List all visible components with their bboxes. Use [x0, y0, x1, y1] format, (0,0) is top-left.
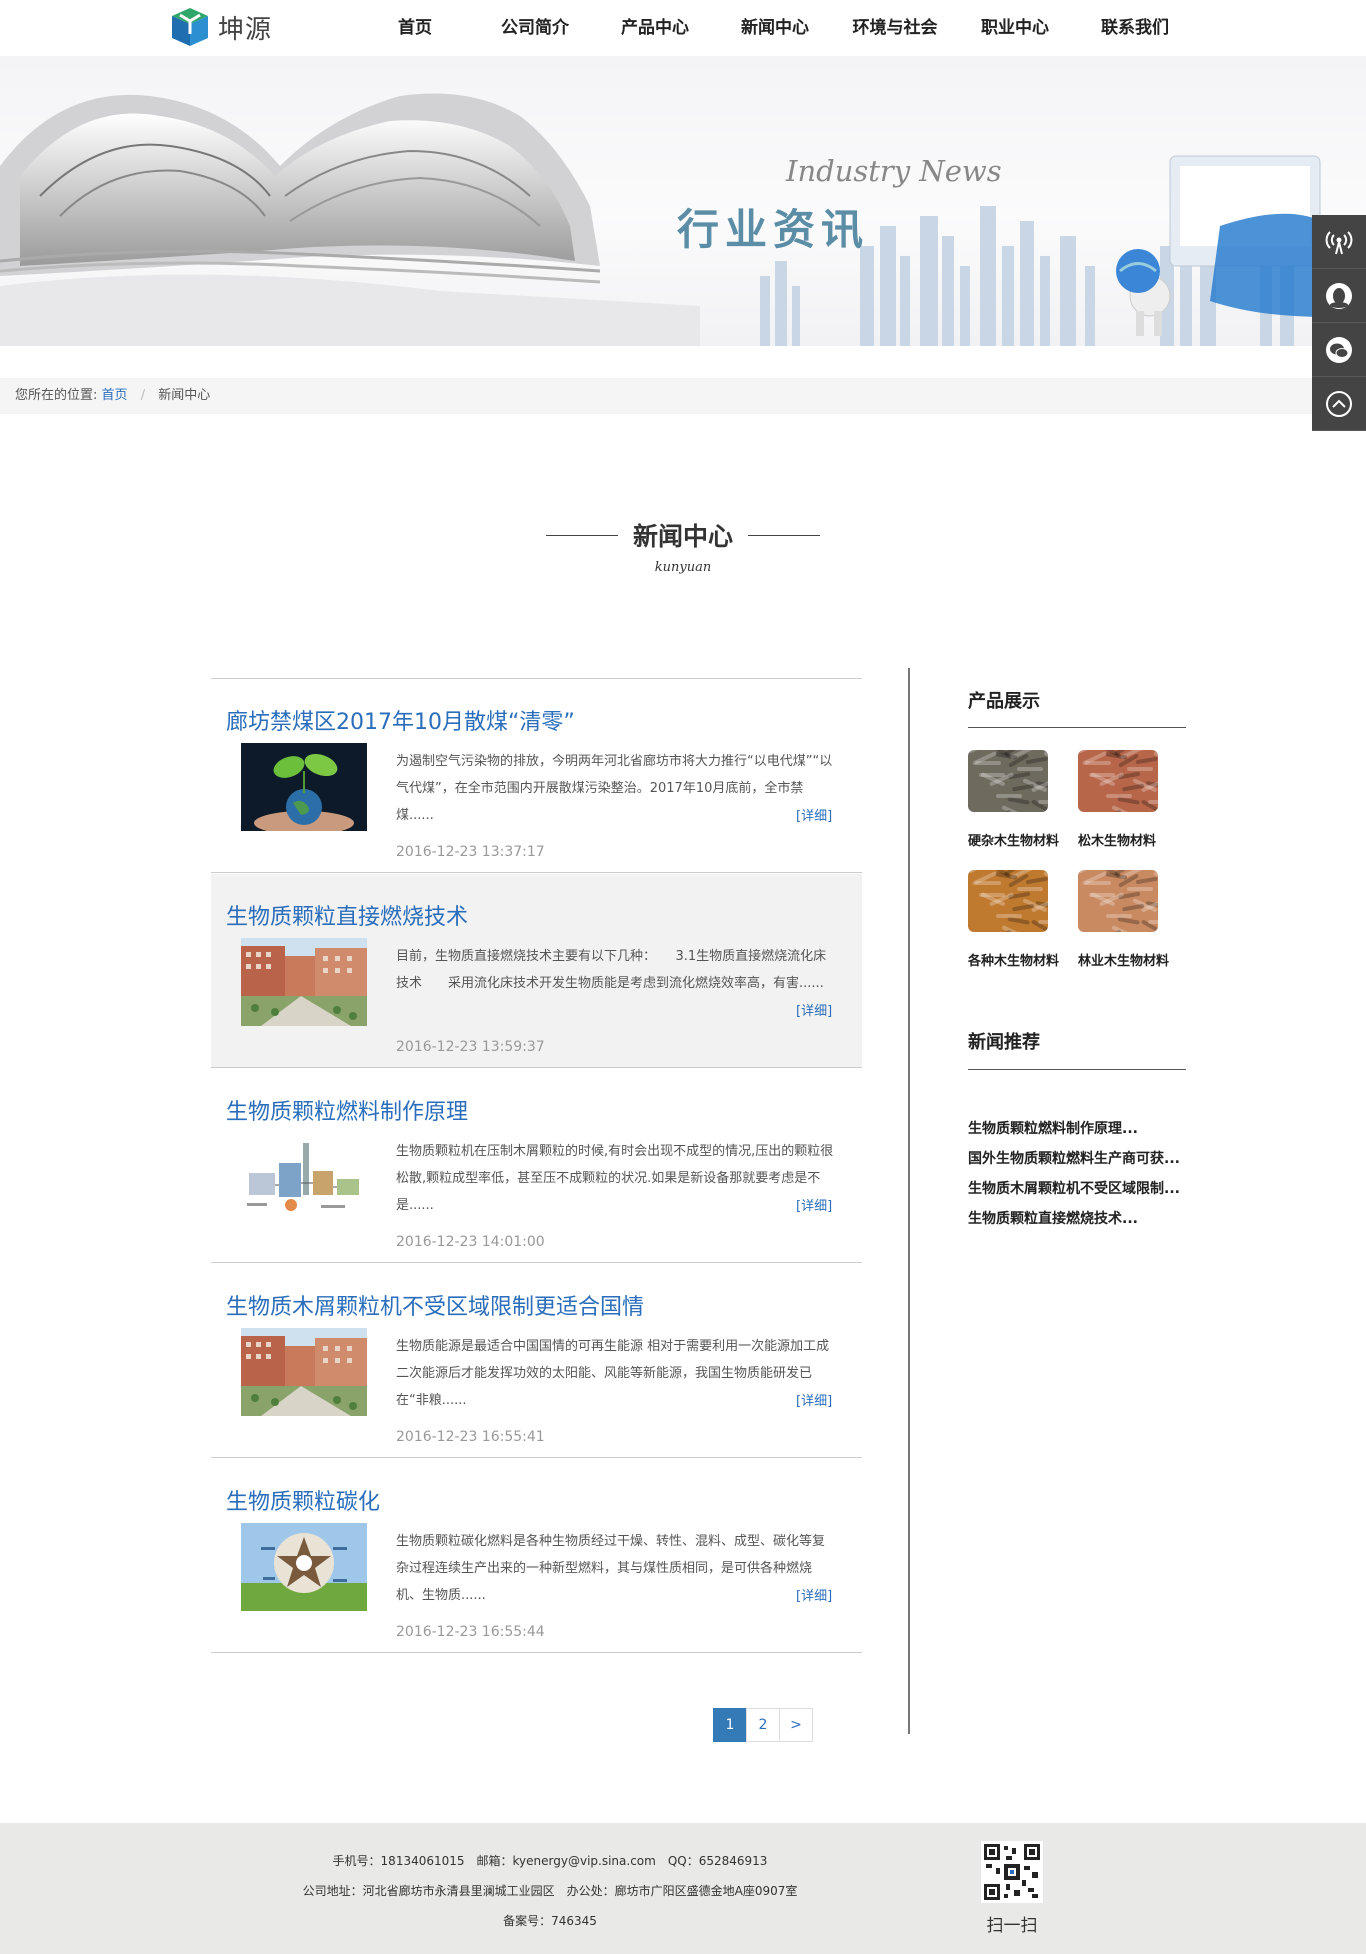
recommend-item[interactable]: 生物质颗粒燃料制作原理... — [968, 1118, 1194, 1138]
product-name[interactable]: 松木生物材料 — [1078, 830, 1188, 849]
news-date: 2016-12-23 13:37:17 — [396, 844, 545, 860]
news-thumbnail[interactable] — [241, 1523, 367, 1611]
news-item: 生物质颗粒燃料制作原理生物质颗粒机在压制木屑颗粒的时候,有时会出现不成型的情况,… — [211, 1069, 862, 1263]
pagination: 1 2 > — [713, 1708, 813, 1742]
news-thumbnail[interactable] — [241, 743, 367, 831]
news-item: 生物质颗粒碳化 生物质颗粒碳化燃料是各种生物质经过干燥、转性、混料、成型、碳化等复… — [211, 1459, 862, 1653]
page-subtitle: kunyuan — [654, 560, 712, 575]
nav-news[interactable]: 新闻中心 — [715, 0, 835, 56]
nav-about[interactable]: 公司简介 — [475, 0, 595, 56]
product-image[interactable] — [1078, 870, 1158, 932]
breadcrumb-home-link[interactable]: 首页 — [102, 388, 128, 403]
page-1-button[interactable]: 1 — [713, 1708, 747, 1742]
news-item: 廊坊禁煤区2017年10月散煤“清零” 为遏制空气污染物的排放，今明两年河北省廊坊… — [211, 679, 862, 873]
news-date: 2016-12-23 16:55:41 — [396, 1429, 545, 1445]
news-item: 生物质颗粒直接燃烧技术目前，生物质直接燃烧技术主要有以下几种： 3.1生物质直接… — [211, 874, 862, 1068]
site-footer: 手机号：18134061015 邮箱：kyenergy@vip.sina.com… — [0, 1823, 1366, 1954]
recommend-heading: 新闻推荐 — [968, 1032, 1040, 1053]
logo-text: 坤源 — [218, 14, 273, 45]
product-card[interactable]: 林业木生物材料 — [1078, 870, 1188, 969]
product-image[interactable] — [968, 750, 1048, 812]
nav-products[interactable]: 产品中心 — [595, 0, 715, 56]
news-detail-link[interactable]: [详细] — [796, 1390, 832, 1409]
qr-label: 扫一扫 — [986, 1916, 1038, 1936]
news-summary: 生物质颗粒碳化燃料是各种生物质经过干燥、转性、混料、成型、碳化等复杂过程连续生产… — [396, 1534, 826, 1603]
product-card[interactable]: 松木生物材料 — [1078, 750, 1188, 849]
news-detail-link[interactable]: [详细] — [796, 1585, 832, 1604]
recommend-item[interactable]: 国外生物质颗粒燃料生产商可获... — [968, 1148, 1194, 1168]
news-detail-link[interactable]: [详细] — [796, 1000, 832, 1019]
news-summary: 生物质能源是最适合中国国情的可再生能源 相对于需要利用一次能源加工成二次能源后才… — [396, 1339, 830, 1408]
news-thumbnail[interactable] — [241, 938, 367, 1026]
signal-icon[interactable] — [1312, 215, 1366, 269]
news-title-link[interactable]: 生物质木屑颗粒机不受区域限制更适合国情 — [226, 1289, 644, 1321]
nav-contact[interactable]: 联系我们 — [1075, 0, 1195, 56]
breadcrumb-separator: / — [140, 388, 146, 403]
news-item: 生物质木屑颗粒机不受区域限制更适合国情生物质能源是最适合中国国情的可再生能源 相… — [211, 1264, 862, 1458]
next-page-button[interactable]: > — [779, 1708, 813, 1742]
main-nav: 首页 公司简介 产品中心 新闻中心 环境与社会 职业中心 联系我们 — [355, 0, 1195, 56]
qq-icon[interactable] — [1312, 269, 1366, 323]
page-2-button[interactable]: 2 — [746, 1708, 780, 1742]
breadcrumb-prefix: 您所在的位置: — [15, 388, 98, 403]
section-title: 新闻中心 — [0, 517, 1366, 553]
banner: Industry News 行业资讯 — [0, 56, 1366, 346]
news-thumbnail[interactable] — [241, 1133, 367, 1221]
news-date: 2016-12-23 14:01:00 — [396, 1234, 545, 1250]
product-name[interactable]: 硬杂木生物材料 — [968, 830, 1078, 849]
news-summary: 为遏制空气污染物的排放，今明两年河北省廊坊市将大力推行“以电代煤”“以气代煤”，… — [396, 754, 833, 823]
banner-cn-title: 行业资讯 — [677, 205, 870, 254]
news-title-link[interactable]: 生物质颗粒直接燃烧技术 — [226, 899, 468, 931]
recommend-heading-rule — [968, 1069, 1186, 1070]
products-heading: 产品展示 — [968, 691, 1040, 712]
news-detail-link[interactable]: [详细] — [796, 805, 832, 824]
nav-careers[interactable]: 职业中心 — [955, 0, 1075, 56]
news-date: 2016-12-23 16:55:44 — [396, 1624, 545, 1640]
site-header: 坤源 首页 公司简介 产品中心 新闻中心 环境与社会 职业中心 联系我们 — [0, 0, 1366, 56]
recommend-item[interactable]: 生物质木屑颗粒机不受区域限制... — [968, 1178, 1194, 1198]
news-thumbnail[interactable] — [241, 1328, 367, 1416]
news-date: 2016-12-23 13:59:37 — [396, 1039, 545, 1055]
news-title-link[interactable]: 生物质颗粒碳化 — [226, 1484, 380, 1516]
nav-home[interactable]: 首页 — [355, 0, 475, 56]
footer-icp: 备案号：746345 — [503, 1914, 597, 1928]
wechat-icon[interactable] — [1312, 323, 1366, 377]
banner-en-title: Industry News — [786, 154, 1002, 188]
logo-icon — [168, 6, 212, 48]
back-to-top-icon[interactable] — [1312, 377, 1366, 431]
title-right-rule — [748, 534, 821, 536]
news-summary: 目前，生物质直接燃烧技术主要有以下几种： 3.1生物质直接燃烧流化床技术 采用流… — [396, 949, 827, 991]
breadcrumb: 您所在的位置: 首页 / 新闻中心 — [0, 378, 1366, 414]
products-heading-rule — [968, 727, 1186, 728]
news-title-link[interactable]: 廊坊禁煤区2017年10月散煤“清零” — [226, 704, 575, 736]
news-title-link[interactable]: 生物质颗粒燃料制作原理 — [226, 1094, 468, 1126]
floating-toolbar — [1312, 215, 1366, 431]
news-detail-link[interactable]: [详细] — [796, 1195, 832, 1214]
product-name[interactable]: 林业木生物材料 — [1078, 950, 1188, 969]
product-image[interactable] — [1078, 750, 1158, 812]
title-left-rule — [545, 534, 618, 536]
column-divider — [908, 668, 910, 1734]
product-name[interactable]: 各种木生物材料 — [968, 950, 1078, 969]
nav-environment[interactable]: 环境与社会 — [835, 0, 955, 56]
banner-books-illustration — [0, 93, 700, 346]
news-summary: 生物质颗粒机在压制木屑颗粒的时候,有时会出现不成型的情况,压出的颗粒很松散,颗粒… — [396, 1144, 834, 1213]
footer-contact: 手机号：18134061015 邮箱：kyenergy@vip.sina.com… — [332, 1854, 768, 1868]
breadcrumb-current: 新闻中心 — [158, 388, 211, 403]
page-title: 新闻中心 — [632, 522, 733, 551]
product-image[interactable] — [968, 870, 1048, 932]
logo[interactable]: 坤源 — [168, 6, 272, 48]
product-card[interactable]: 硬杂木生物材料 — [968, 750, 1078, 849]
footer-address: 公司地址：河北省廊坊市永清县里澜城工业园区 办公处：廊坊市广阳区盛德金地A座09… — [302, 1884, 798, 1898]
recommend-item[interactable]: 生物质颗粒直接燃烧技术... — [968, 1208, 1194, 1228]
product-card[interactable]: 各种木生物材料 — [968, 870, 1078, 969]
qr-code — [981, 1841, 1043, 1903]
